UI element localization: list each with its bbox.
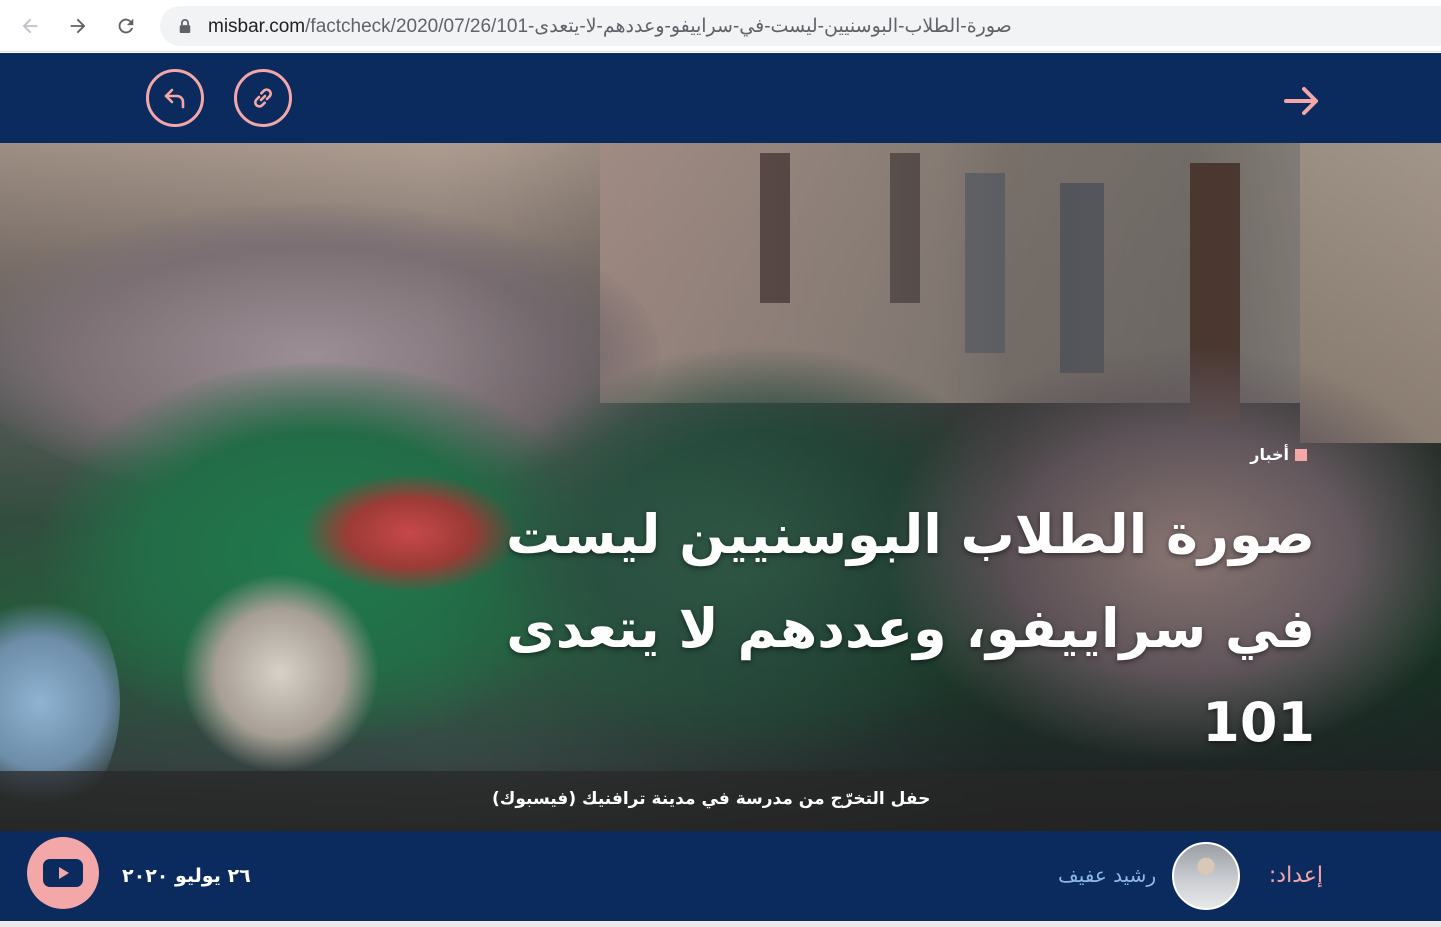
lock-icon: [178, 17, 194, 35]
reply-button[interactable]: [146, 69, 204, 127]
back-button[interactable]: [12, 8, 48, 44]
arrow-left-icon: [22, 18, 38, 34]
reply-arrow-icon: [164, 88, 185, 109]
author-label: إعداد:: [1268, 863, 1323, 888]
category-tag[interactable]: أخبار: [1250, 445, 1307, 464]
forward-button[interactable]: [60, 8, 96, 44]
url-path: /factcheck/2020/07/26/101-صورة-الطلاب-ال…: [305, 15, 1012, 37]
arrow-right-icon: [70, 18, 86, 34]
copy-link-button[interactable]: [234, 69, 292, 127]
reload-icon: [118, 18, 134, 34]
address-bar[interactable]: misbar.com/factcheck/2020/07/26/101-صورة…: [160, 6, 1441, 46]
publish-date: ٢٦ يوليو ٢٠٢٠: [122, 865, 251, 887]
youtube-button[interactable]: [27, 837, 99, 909]
article-meta-bar: ٢٦ يوليو ٢٠٢٠ رشيد عفيف إعداد:: [0, 831, 1441, 921]
caption-bar: حفل التخرّج من مدرسة في مدينة ترافنيك (ف…: [0, 771, 1441, 831]
hero-image: أخبار صورة الطلاب البوسنيين ليست في سراي…: [0, 143, 1441, 831]
category-label: أخبار: [1250, 445, 1289, 464]
url-text: misbar.com/factcheck/2020/07/26/101-صورة…: [208, 15, 1012, 38]
link-icon: [254, 88, 272, 108]
page-title: صورة الطلاب البوسنيين ليست في سراييفو، و…: [506, 503, 1315, 754]
image-caption: حفل التخرّج من مدرسة في مدينة ترافنيك (ف…: [492, 789, 931, 809]
browser-toolbar: misbar.com/factcheck/2020/07/26/101-صورة…: [0, 0, 1441, 52]
url-host: misbar.com: [208, 15, 306, 37]
author-name[interactable]: رشيد عفيف: [1058, 863, 1156, 887]
page-bottom-edge: [0, 921, 1441, 927]
reload-button[interactable]: [108, 8, 144, 44]
youtube-play-icon: [43, 859, 83, 887]
avatar[interactable]: [1172, 842, 1240, 910]
square-icon: [1295, 448, 1307, 461]
arrow-right-icon[interactable]: [1280, 79, 1324, 123]
site-header: [0, 53, 1441, 143]
